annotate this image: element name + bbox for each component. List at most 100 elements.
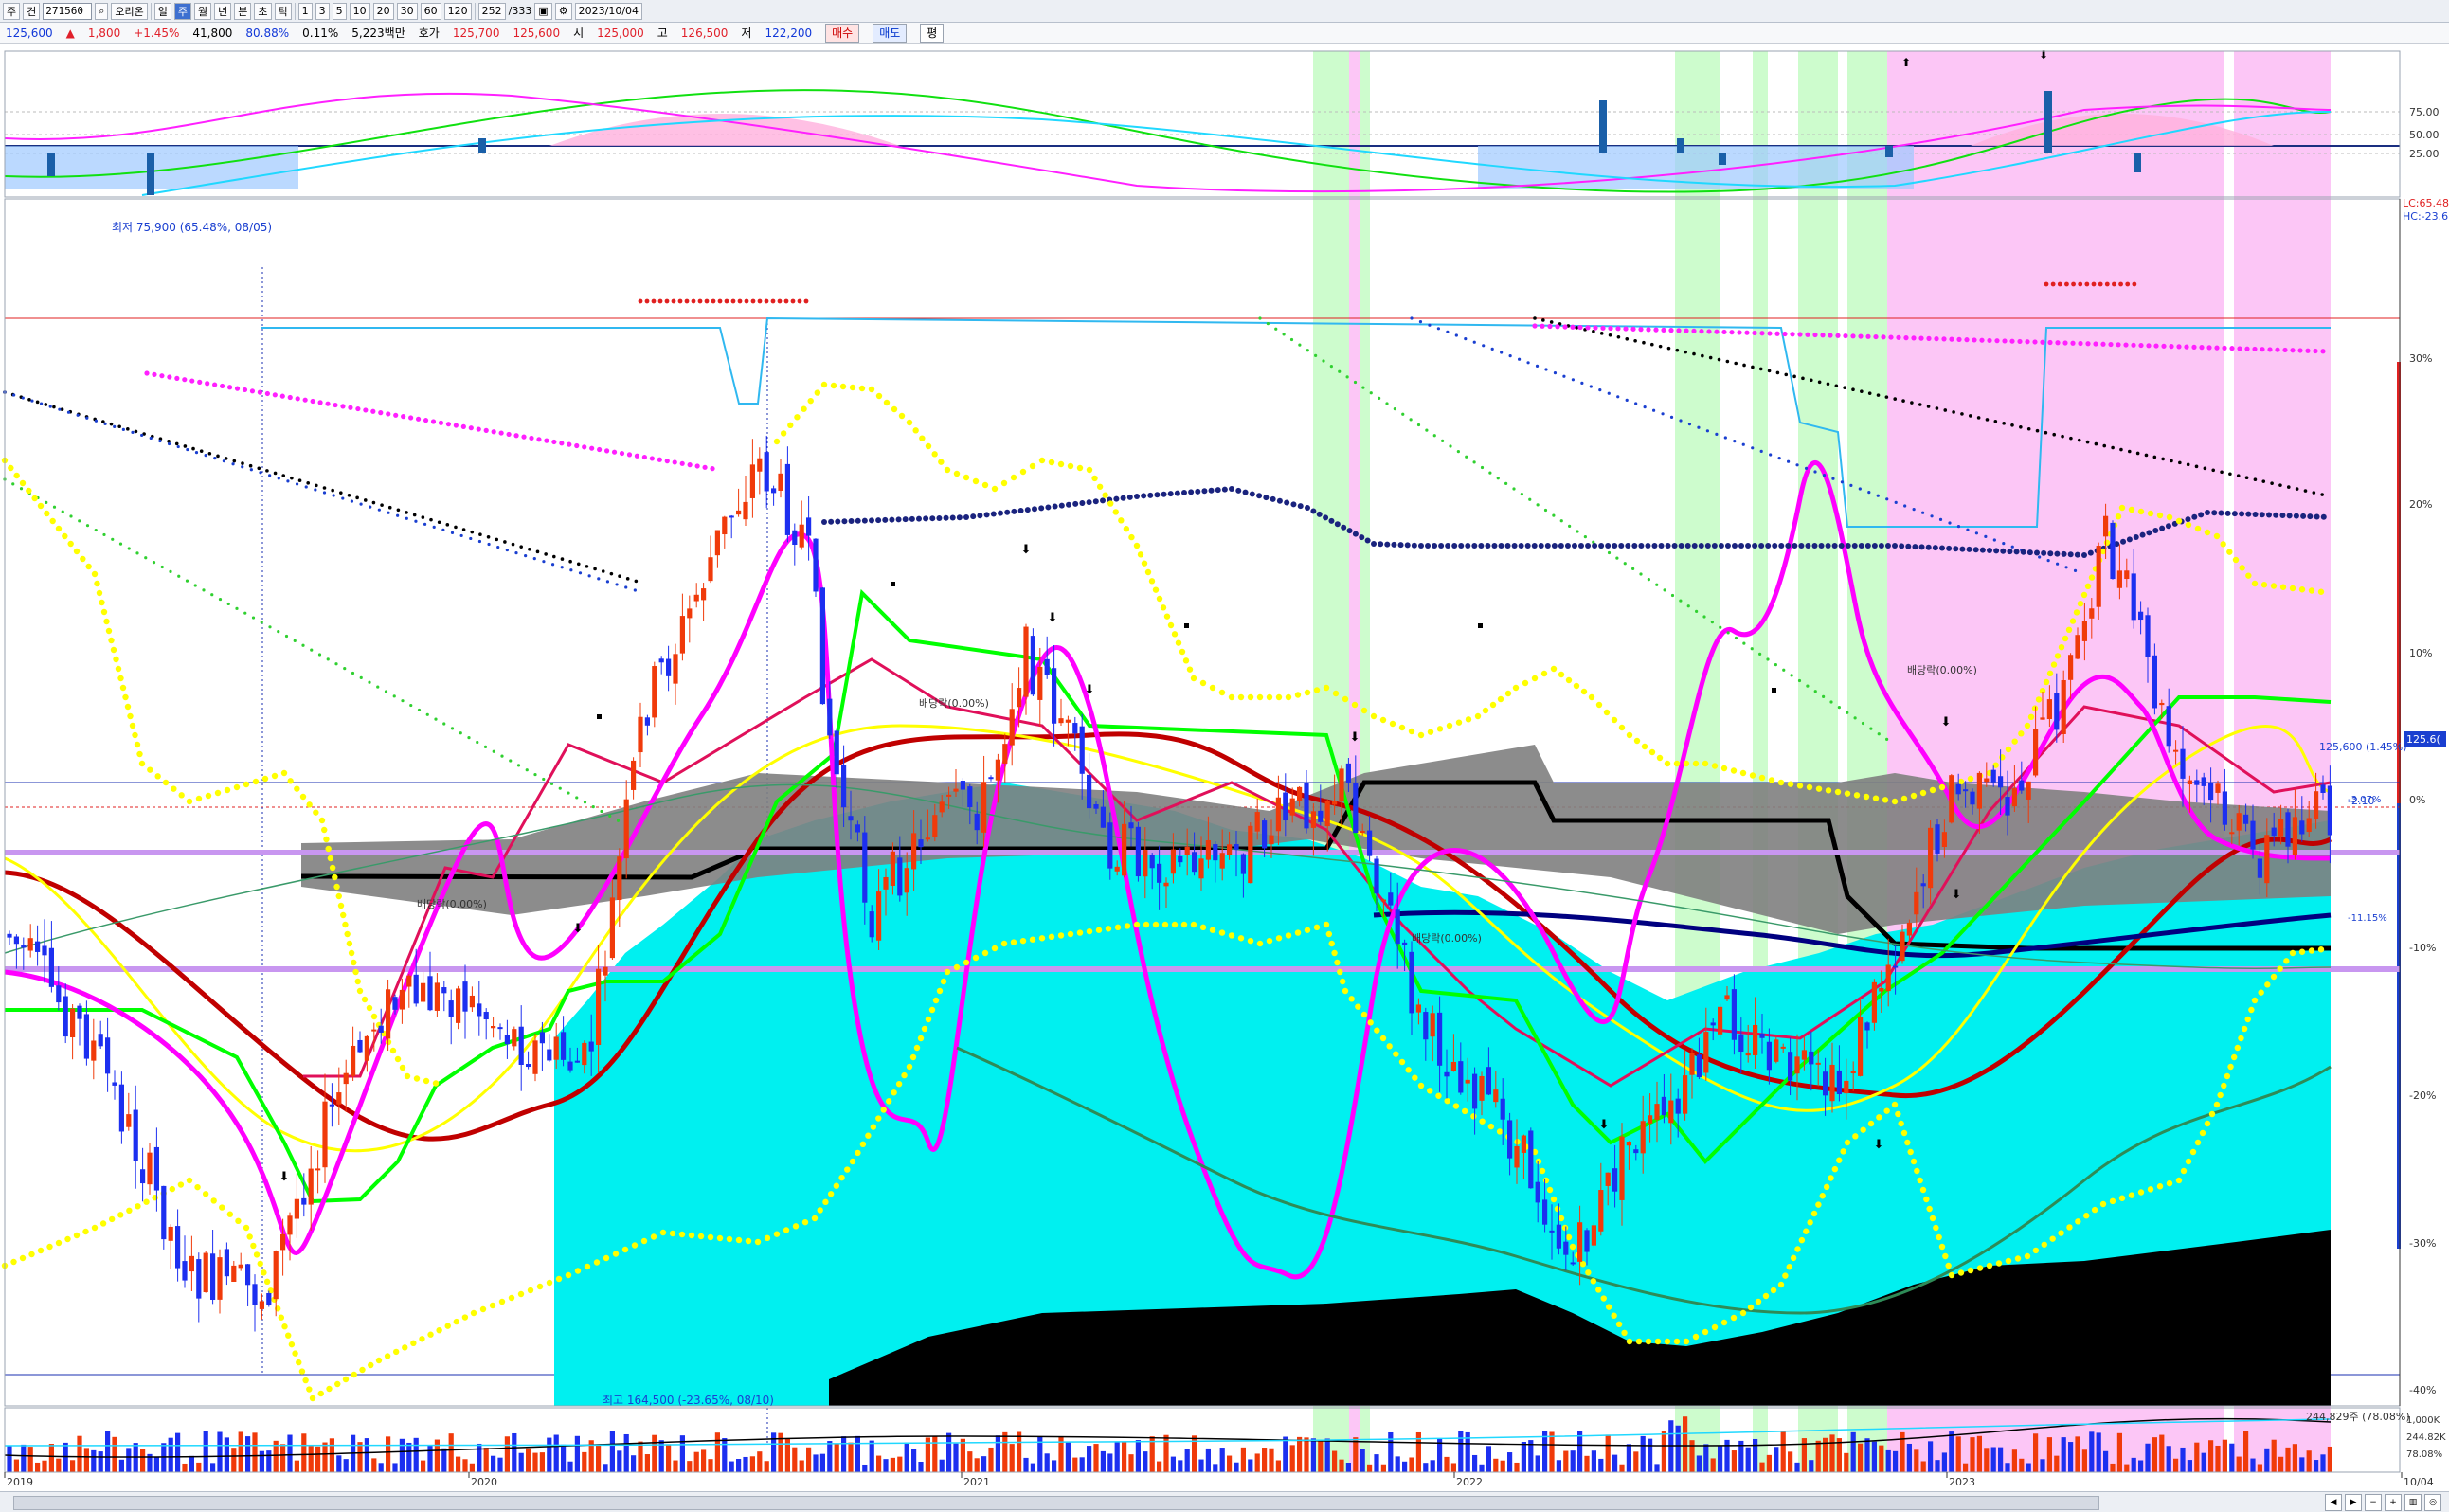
- buy-button[interactable]: 매수: [825, 23, 860, 43]
- stock-code-input[interactable]: [43, 2, 93, 20]
- sar-dot: [392, 1348, 400, 1356]
- resistance-dot: [1774, 331, 1780, 336]
- resistance-dot: [1721, 329, 1727, 335]
- sar-dot: [991, 945, 999, 952]
- interval-60[interactable]: 60: [420, 2, 441, 20]
- support-dot-navy: [1831, 543, 1838, 549]
- tf-year[interactable]: 년: [214, 2, 232, 20]
- volume-bar: [1009, 1444, 1015, 1472]
- volume-bar: [855, 1435, 860, 1472]
- candle-body: [1879, 987, 1884, 992]
- period-char-1[interactable]: 견: [23, 2, 41, 20]
- band-lower-label: -11.15%: [2348, 913, 2387, 924]
- candle-body: [1052, 668, 1057, 724]
- support-dot-navy: [2286, 513, 2293, 519]
- volume-bar: [329, 1438, 334, 1472]
- sar-dot: [368, 1361, 374, 1369]
- trendline-black-dot: [1943, 408, 1948, 412]
- date-field[interactable]: 2023/10/04: [574, 2, 643, 20]
- chart-scrollbar[interactable]: ◀ ▶ − + ▥ ◎: [0, 1491, 2449, 1512]
- resistance-dot: [317, 400, 323, 405]
- volume-bar: [1577, 1431, 1583, 1472]
- scroll-thumb[interactable]: [13, 1496, 2099, 1510]
- interval-20[interactable]: 20: [372, 2, 394, 20]
- sar-dot: [2073, 609, 2080, 616]
- signal-marker: [1184, 623, 1189, 628]
- sell-button[interactable]: 매도: [873, 23, 908, 43]
- sar-dot: [402, 1344, 408, 1351]
- volume-bar: [1367, 1464, 1373, 1472]
- signal-dot-red: [2104, 281, 2110, 287]
- zoom-out-icon[interactable]: −: [2365, 1494, 2382, 1511]
- candle-body: [813, 538, 819, 592]
- scroll-start-icon[interactable]: ◀: [2325, 1494, 2342, 1511]
- interval-5[interactable]: 5: [332, 2, 347, 20]
- zoom-in-icon[interactable]: +: [2385, 1494, 2402, 1511]
- candle-body: [638, 716, 643, 753]
- trendline-black-dot: [2286, 485, 2291, 489]
- volume-bar: [1450, 1463, 1456, 1472]
- candle-body: [841, 765, 847, 808]
- tf-tick[interactable]: 틱: [274, 2, 292, 20]
- sar-dot: [1474, 712, 1482, 720]
- tf-second[interactable]: 초: [254, 2, 272, 20]
- support-dot-navy: [1858, 543, 1864, 549]
- stock-chart[interactable]: 75.0050.0025.00⬆⬇ ⬇⬇⬇⬇⬇⬇⬇⬇⬇⬇ 30%20%10%0%…: [0, 44, 2449, 1491]
- interval-30[interactable]: 30: [396, 2, 418, 20]
- resistance-dot: [2002, 338, 2008, 344]
- flat-button[interactable]: 평: [920, 23, 945, 43]
- low-price: 122,200: [765, 26, 813, 40]
- candle-body: [1170, 849, 1176, 874]
- trendline-green-dot: [1282, 333, 1286, 336]
- candle-body: [42, 945, 47, 956]
- trendline-blue-dot: [1634, 402, 1638, 405]
- signal-dot-red: [797, 298, 802, 304]
- candle-body: [469, 995, 475, 1008]
- volume-bar: [561, 1444, 567, 1472]
- osc-histogram-bar: [478, 138, 486, 153]
- candle-body: [757, 458, 763, 472]
- tf-day[interactable]: 일: [153, 2, 171, 20]
- trendline-green-dot: [368, 680, 371, 684]
- search-icon[interactable]: ⌕: [95, 2, 109, 20]
- sar-dot: [1133, 921, 1141, 928]
- interval-10[interactable]: 10: [349, 2, 370, 20]
- sar-dot: [1386, 1043, 1393, 1050]
- resistance-dot: [1812, 332, 1818, 338]
- volume-bar: [2320, 1454, 2326, 1472]
- sar-dot: [1417, 1082, 1425, 1089]
- tf-minute[interactable]: 분: [234, 2, 252, 20]
- trendline-green-dot: [1552, 513, 1556, 517]
- signal-dot-red: [717, 298, 723, 304]
- scroll-play-icon[interactable]: ▶: [2345, 1494, 2362, 1511]
- tf-month[interactable]: 월: [194, 2, 212, 20]
- interval-1[interactable]: 1: [297, 2, 313, 20]
- sar-dot: [288, 1341, 296, 1348]
- candle-body: [1367, 830, 1373, 856]
- sar-dot: [171, 785, 177, 792]
- volume-bar: [322, 1442, 328, 1472]
- tf-week[interactable]: 주: [173, 2, 192, 20]
- sar-dot: [444, 1323, 451, 1329]
- signal-dot-red: [783, 298, 789, 304]
- interval-3[interactable]: 3: [315, 2, 330, 20]
- reset-icon[interactable]: ◎: [2424, 1494, 2441, 1511]
- candle-body: [1437, 1012, 1443, 1066]
- resistance-dot: [1661, 327, 1666, 333]
- interval-120[interactable]: 120: [443, 2, 472, 20]
- trendline-black-dot: [1599, 332, 1604, 335]
- volume-bar: [1423, 1463, 1429, 1472]
- sar-dot: [1118, 517, 1125, 524]
- volume-bar: [70, 1460, 76, 1472]
- fit-icon[interactable]: ▥: [2404, 1494, 2422, 1511]
- lock-icon[interactable]: ▣: [534, 2, 552, 20]
- volume-bar: [1885, 1449, 1891, 1472]
- trendline-black-dot: [44, 403, 48, 406]
- sar-dot: [1337, 968, 1343, 976]
- period-char-0[interactable]: 주: [3, 2, 21, 20]
- count-field[interactable]: 252: [477, 2, 506, 20]
- trendline-black-dot: [429, 517, 433, 522]
- resistance-dot: [340, 404, 346, 409]
- gear-icon[interactable]: ⚙: [554, 2, 572, 20]
- trendline-blue-dot: [131, 430, 135, 434]
